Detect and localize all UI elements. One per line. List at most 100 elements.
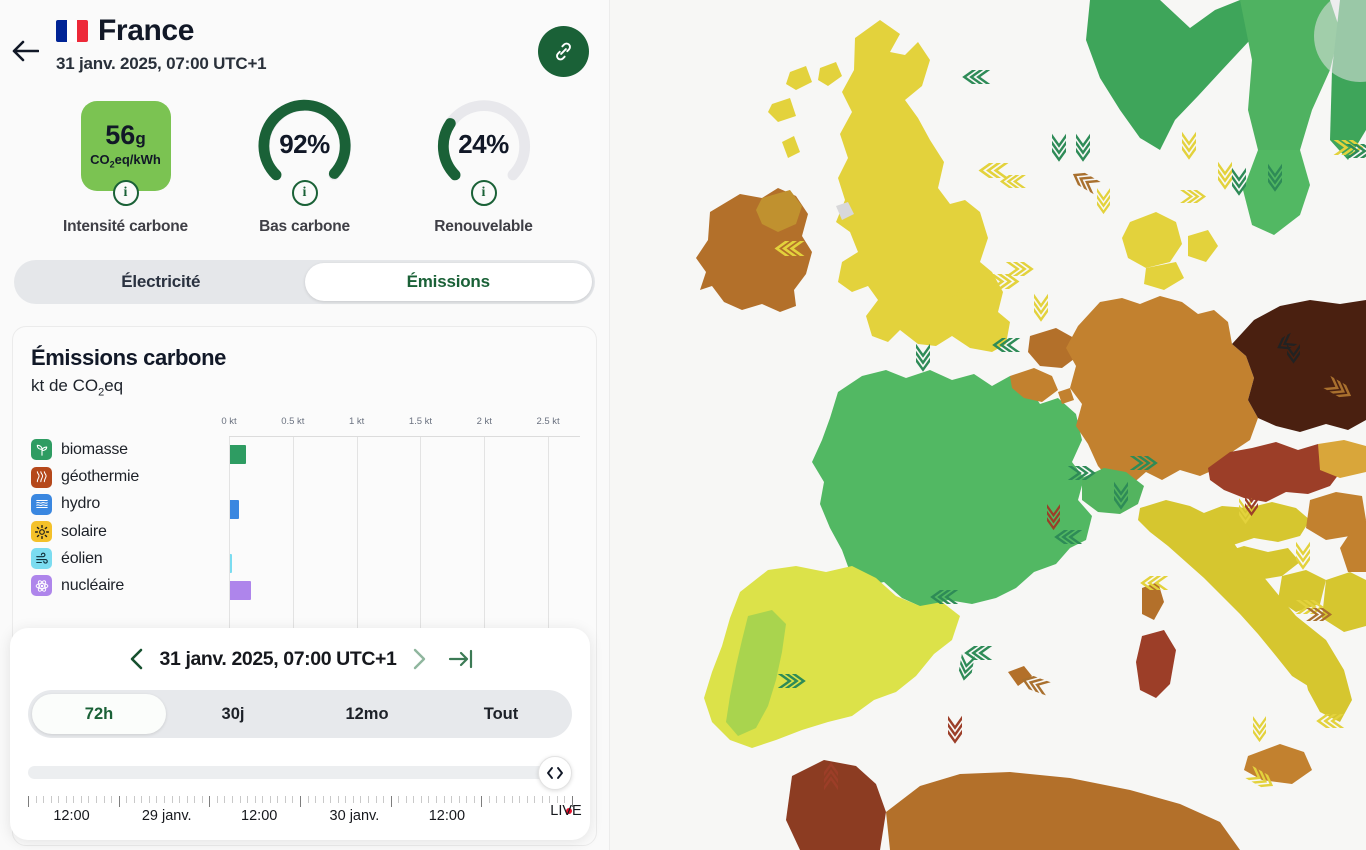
time-tick [284,796,286,803]
x-tick-label: 1.5 kt [408,416,433,428]
time-tick [549,796,551,803]
gauge-carbon-intensity: 56g CO2eq/kWh i Intensité carbone [51,96,201,236]
legend-row-geothermie[interactable]: géothermie [31,464,229,491]
time-slider-handle[interactable] [538,756,572,790]
time-tick [292,796,294,803]
time-tick [413,796,415,803]
x-tick-label: 2 kt [476,416,492,428]
time-slider[interactable] [28,756,572,790]
bar-row[interactable] [229,441,580,468]
time-tick [458,796,460,803]
time-tick [300,796,301,807]
time-tick [118,796,120,807]
time-axis-labels: 12:00 30 janv. 12:00 29 janv. 12:00 LIVE [28,803,581,828]
time-controller: 31 janv. 2025, 07:00 UTC+1 72h 30j 12mo Tou… [10,628,590,840]
live-indicator[interactable]: LIVE [550,803,581,819]
time-tick [58,796,60,803]
chart-subtitle: kt de CO2eq [31,376,124,399]
time-tick [526,796,528,803]
time-tick [481,796,483,807]
time-tick [420,796,422,803]
time-tick [307,796,309,803]
time-tick [80,796,82,803]
time-axis-label: 12:00 [241,808,278,824]
time-axis-label: 29 janv. [141,808,192,824]
range-12mo[interactable]: 12mo [300,694,434,734]
bar-row[interactable] [229,523,580,550]
jump-to-latest-button[interactable] [446,646,476,672]
time-tick [133,796,135,803]
bar-nucleaire [229,581,252,601]
carbon-intensity-unit: CO2eq/kWh [90,152,161,170]
time-tick [156,796,158,803]
range-all[interactable]: Tout [434,694,568,734]
time-tick [179,796,181,803]
page-title: France [98,14,194,47]
time-tick [88,796,90,803]
time-tick [111,796,113,803]
info-icon[interactable]: i [291,180,318,206]
tab-electricite[interactable]: Électricité [17,263,305,301]
prev-time-button[interactable] [124,646,150,672]
france-flag-icon [56,20,88,42]
time-tick [330,796,332,803]
time-tick [345,796,347,803]
summary-gauges: 56g CO2eq/kWh i Intensité carbone 92% i … [0,96,609,236]
time-tick [337,796,339,803]
bar-row[interactable] [229,496,580,523]
back-button[interactable] [8,34,42,68]
legend-row-biomasse[interactable]: biomasse [31,436,229,463]
bar-hydro [229,499,240,519]
time-tick [254,796,256,803]
time-tick [209,796,211,807]
next-time-button[interactable] [406,646,432,672]
legend-label: éolien [61,549,103,567]
time-tick [43,796,45,803]
time-tick [383,796,385,803]
time-tick [216,796,218,803]
time-tick [277,796,279,803]
chart-title: Émissions carbone [31,345,226,370]
time-tick [269,796,271,803]
legend-row-eolien[interactable]: éolien [31,545,229,572]
time-tick [315,796,317,803]
panel-tabs: Électricité Émissions [14,260,595,304]
time-tick [164,796,165,803]
gauge-label-low-carbon: Bas carbone [259,218,350,235]
time-tick [473,796,475,803]
time-tick [556,796,558,803]
nuclear-icon [31,575,52,597]
time-range-selector: 72h 30j 12mo Tout [28,690,572,738]
legend-label: nucléaire [61,576,125,594]
chart-x-axis-labels: 0 kt 0.5 kt 1 kt 1.5 kt 2 kt 2.5 kt [221,416,580,432]
bar-row[interactable] [229,577,580,604]
legend-row-solaire[interactable]: solaire [31,518,229,545]
time-tick [186,796,188,803]
range-72h[interactable]: 72h [32,694,166,734]
time-tick [50,796,52,803]
info-icon[interactable]: i [112,180,139,206]
zone-details-panel: France 31 janv. 2025, 07:00 UTC+1 56g CO… [0,0,610,850]
bar-row[interactable] [229,469,580,496]
legend-row-nucleaire[interactable]: nucléaire [31,572,229,599]
time-tick [436,796,437,803]
time-slider-track[interactable] [28,766,572,779]
time-axis-ticks [28,796,573,807]
range-30d[interactable]: 30j [166,694,300,734]
drag-handle-icon [547,767,563,779]
time-axis-label: 12:00 [53,808,90,824]
info-icon[interactable]: i [470,180,497,206]
zone-title-row: France [56,14,589,48]
geothermal-icon [31,466,52,488]
bar-row[interactable] [229,550,580,577]
time-tick [141,796,143,803]
carbon-intensity-value: 56g [105,120,146,151]
time-tick [322,796,324,803]
time-tick [405,796,407,803]
tab-emissions[interactable]: Émissions [304,263,592,301]
arrow-to-end-icon [449,649,473,669]
legend-label: hydro [61,495,101,513]
time-tick [390,796,392,807]
share-link-button[interactable] [538,26,589,77]
legend-row-hydro[interactable]: hydro [31,491,229,518]
